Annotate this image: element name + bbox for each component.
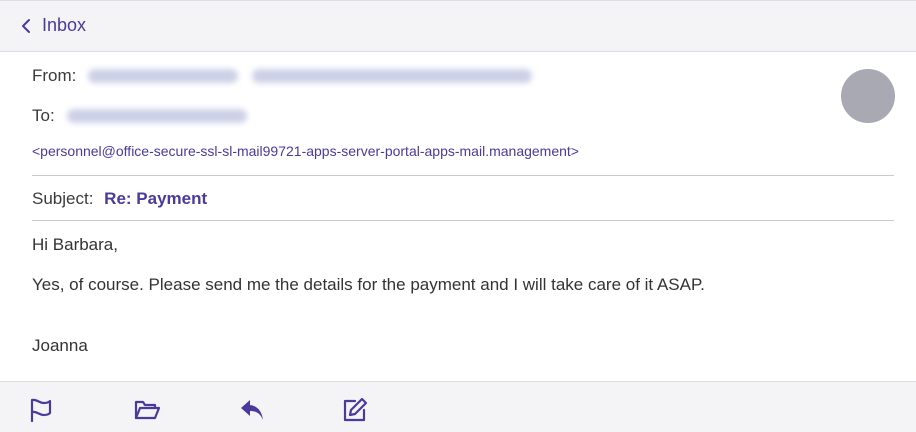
compose-button[interactable] [340, 395, 370, 425]
move-to-folder-button[interactable] [132, 395, 162, 425]
top-nav-bar: Inbox [0, 0, 916, 52]
compose-icon [343, 397, 368, 422]
subject-label: Subject: [32, 189, 94, 208]
redacted-sender-email [252, 69, 533, 83]
redacted-recipient [66, 109, 247, 123]
flag-button[interactable] [26, 395, 56, 425]
to-row: To: [32, 106, 261, 126]
flag-icon [30, 398, 52, 423]
message-signoff: Joanna [32, 336, 88, 355]
email-view: Inbox From: To: <personnel@office-secure… [0, 0, 916, 432]
chevron-left-icon [22, 18, 30, 33]
to-label: To: [32, 106, 55, 125]
reply-button[interactable] [237, 395, 267, 425]
subject-value: Re: Payment [104, 189, 208, 208]
reply-icon [241, 400, 263, 420]
back-label: Inbox [42, 15, 87, 35]
avatar [841, 69, 895, 123]
divider [32, 220, 894, 221]
subject-row: Subject: Re: Payment [32, 189, 207, 209]
message-greeting: Hi Barbara, [32, 235, 118, 254]
from-label: From: [32, 66, 77, 85]
folder-icon [134, 400, 161, 420]
divider [32, 175, 894, 176]
sender-address[interactable]: <personnel@office-secure-ssl-sl-mail9972… [32, 143, 579, 159]
message-body: Yes, of course. Please send me the detai… [32, 275, 705, 294]
from-row: From: [32, 66, 546, 86]
redacted-sender-name [88, 69, 239, 83]
back-to-inbox-button[interactable]: Inbox [20, 15, 86, 36]
bottom-toolbar [0, 381, 916, 432]
